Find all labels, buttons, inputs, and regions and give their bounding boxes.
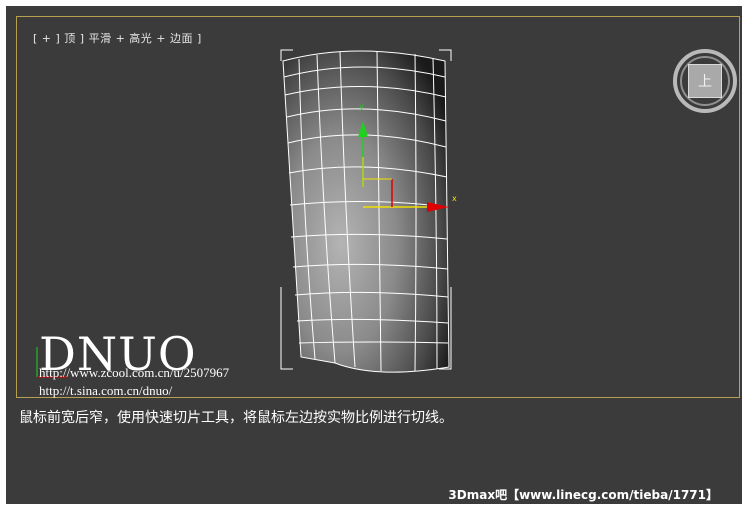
app-frame: [ + ] 顶 ] 平滑 + 高光 + 边面 ] y x 上 DNUO http… <box>6 6 742 504</box>
watermark-link-sina: http://t.sina.com.cn/dnuo/ <box>39 383 173 398</box>
mouse-mesh-fill[interactable] <box>282 50 450 373</box>
viewport-top[interactable]: [ + ] 顶 ] 平滑 + 高光 + 边面 ] y x 上 DNUO http… <box>16 16 740 398</box>
gizmo-x-label: x <box>452 194 457 203</box>
gizmo-y-label: y <box>359 102 364 111</box>
footer-watermark: 3Dmax吧【www.linecg.com/tieba/1771】 <box>448 488 718 502</box>
tutorial-caption: 鼠标前宽后窄，使用快速切片工具，将鼠标左边按实物比例进行切线。 <box>19 410 453 426</box>
watermark-link-zcool: http://www.zcool.com.cn/u/2507967 <box>39 365 230 380</box>
viewcube-top-face[interactable]: 上 <box>688 64 722 98</box>
